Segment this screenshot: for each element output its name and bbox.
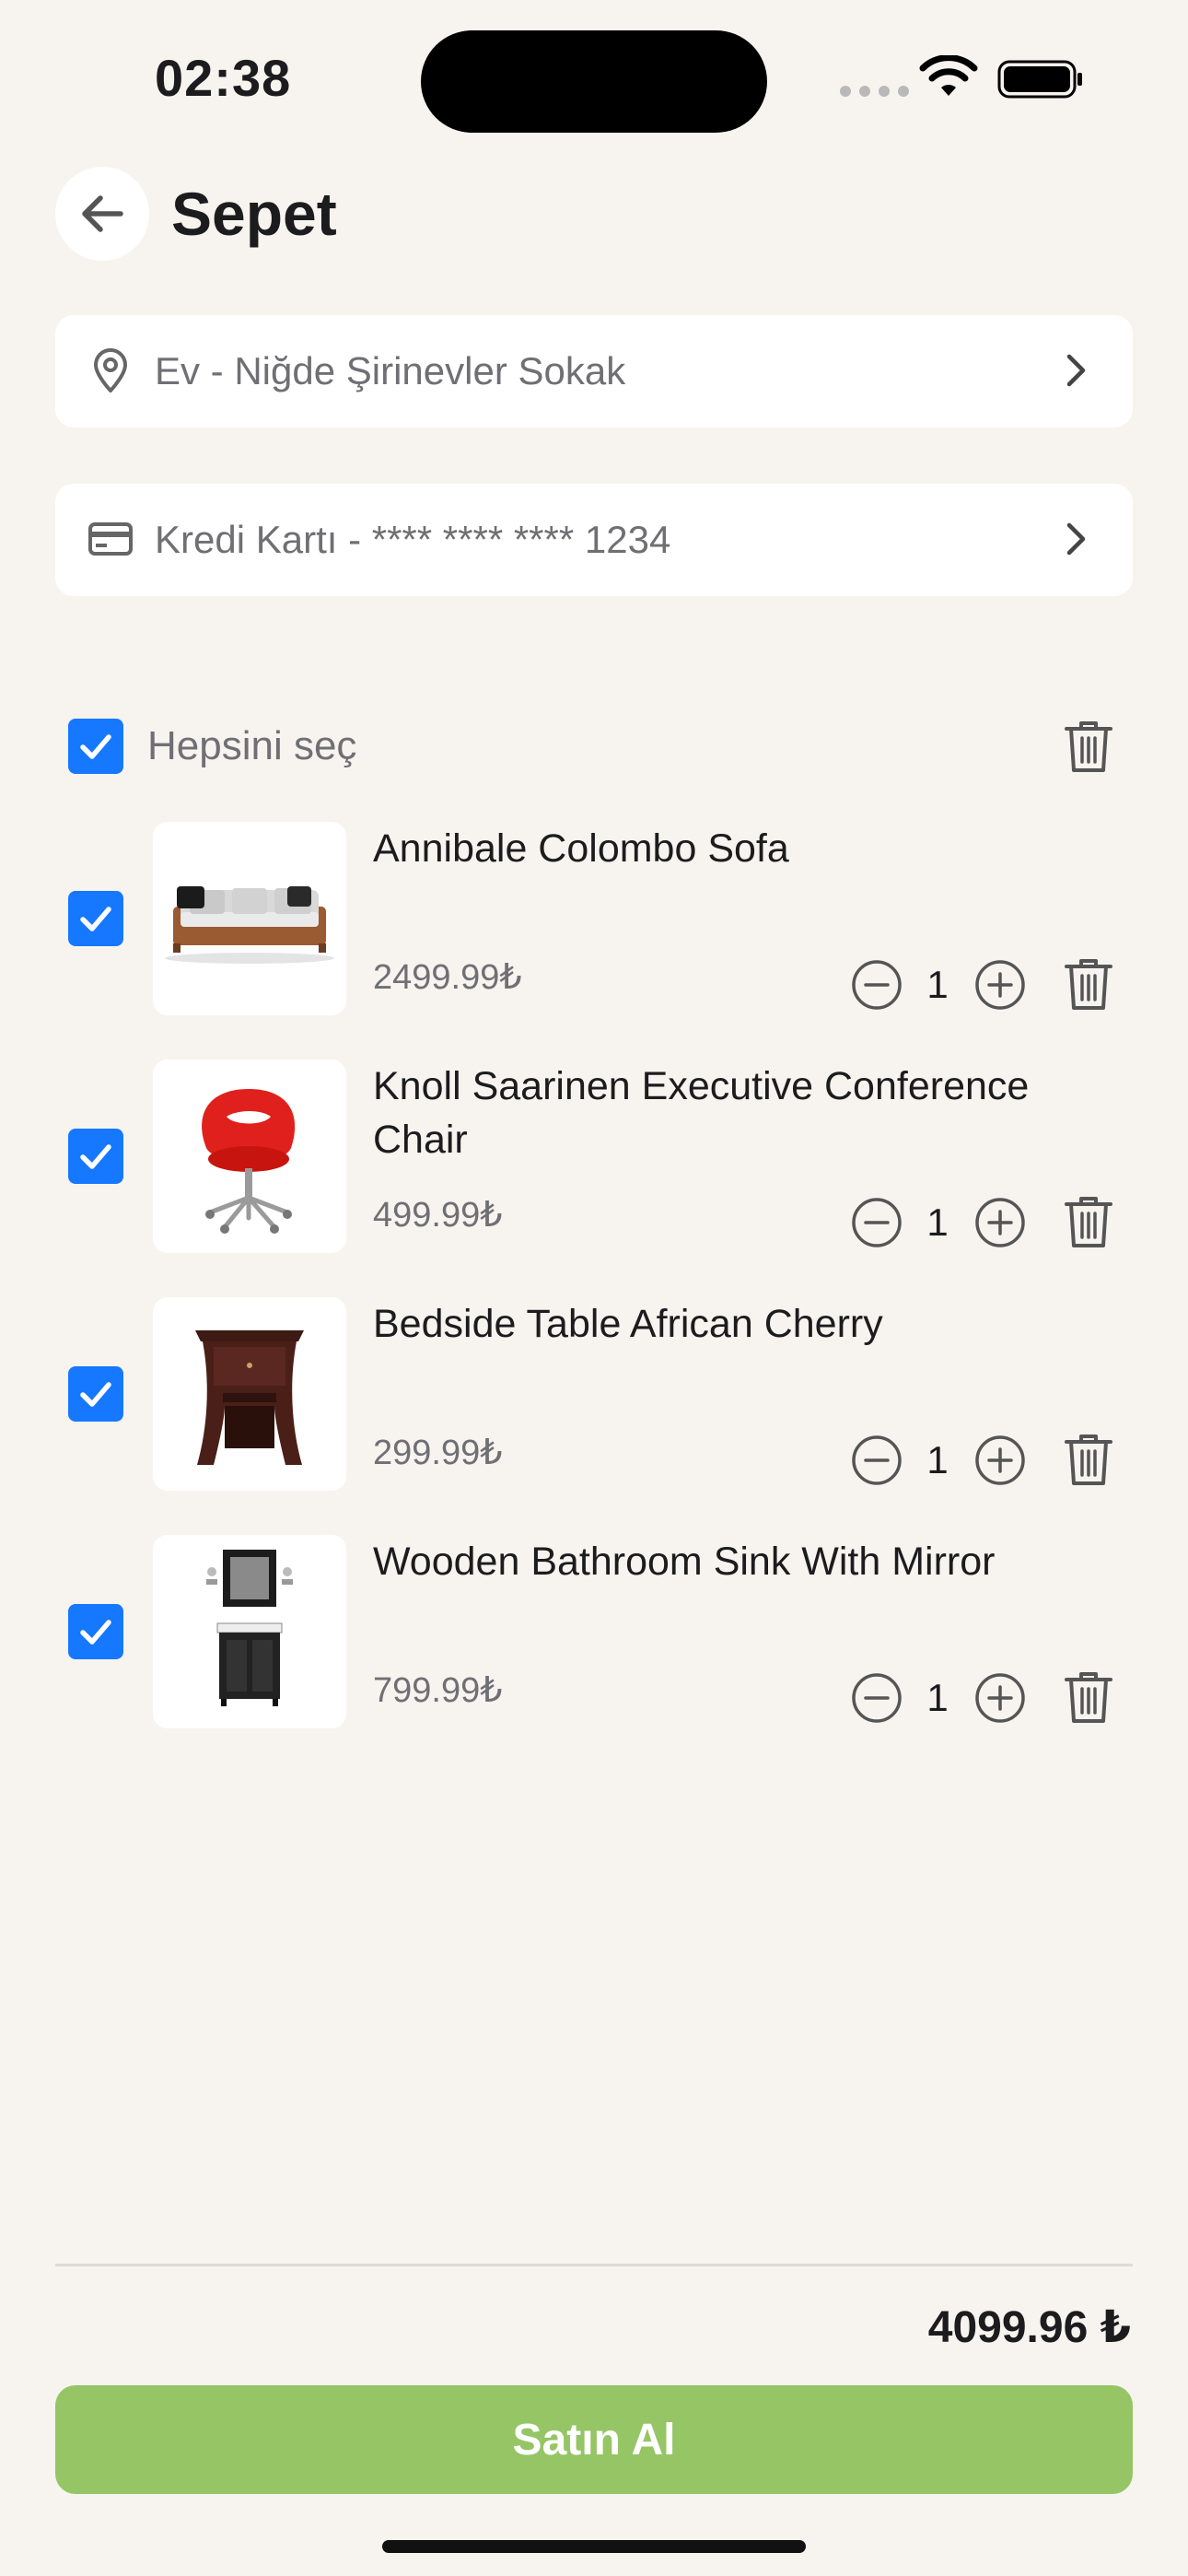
checkmark-icon (80, 1144, 111, 1169)
item-quantity: 1 (926, 1676, 949, 1719)
credit-card-icon (88, 522, 133, 556)
increase-quantity-button[interactable] (973, 1196, 1027, 1249)
decrease-quantity-button[interactable] (850, 1434, 903, 1487)
item-quantity: 1 (926, 963, 949, 1006)
chevron-right-icon (1066, 354, 1086, 387)
item-checkbox[interactable] (68, 1366, 123, 1422)
payment-selector[interactable]: Kredi Kartı - **** **** **** 1234 (55, 484, 1133, 596)
decrease-quantity-button[interactable] (850, 1196, 903, 1249)
bedside-table-image (153, 1297, 346, 1491)
checkmark-icon (80, 734, 111, 759)
select-all-label: Hepsini seç (147, 723, 357, 768)
increase-quantity-button[interactable] (973, 958, 1027, 1012)
arrow-left-icon (82, 195, 123, 232)
total-price: 4099.96 ₺ (927, 2303, 1131, 2352)
item-quantity: 1 (926, 1200, 949, 1244)
increase-quantity-button[interactable] (973, 1434, 1027, 1487)
item-checkbox[interactable] (68, 891, 123, 946)
item-price: 799.99₺ (373, 1671, 503, 1710)
signal-icon (840, 86, 909, 97)
item-name: Knoll Saarinen Executive Conference Chai… (373, 1064, 1030, 1162)
address-selector[interactable]: Ev - Niğde Şirinevler Sokak (55, 315, 1133, 427)
footer-divider (55, 2264, 1133, 2266)
home-indicator (382, 2540, 806, 2553)
sofa-image (153, 822, 346, 1015)
item-trash-icon[interactable] (1061, 1431, 1116, 1488)
item-quantity: 1 (926, 1438, 949, 1481)
decrease-quantity-button[interactable] (850, 958, 903, 1012)
payment-text: Kredi Kartı - **** **** **** 1234 (155, 518, 671, 561)
battery-icon (997, 60, 1082, 99)
wifi-icon (919, 55, 978, 96)
item-trash-icon[interactable] (1061, 955, 1116, 1013)
status-time: 02:38 (155, 49, 292, 107)
buy-button[interactable]: Satın Al (55, 2385, 1133, 2494)
bathroom-sink-image (153, 1535, 346, 1728)
decrease-quantity-button[interactable] (850, 1671, 903, 1725)
checkmark-icon (80, 1620, 111, 1645)
item-name: Bedside Table African Cherry (373, 1302, 883, 1346)
item-name: Annibale Colombo Sofa (373, 826, 789, 871)
location-pin-icon (94, 348, 127, 392)
item-name: Wooden Bathroom Sink With Mirror (373, 1540, 996, 1584)
item-trash-icon[interactable] (1061, 1193, 1116, 1250)
select-all-checkbox[interactable] (68, 719, 123, 774)
dynamic-island (421, 30, 767, 133)
item-price: 299.99₺ (373, 1434, 503, 1472)
item-price: 499.99₺ (373, 1196, 503, 1235)
increase-quantity-button[interactable] (973, 1671, 1027, 1725)
chevron-right-icon (1066, 522, 1086, 556)
item-checkbox[interactable] (68, 1604, 123, 1659)
checkmark-icon (80, 1382, 111, 1407)
delete-all-trash-icon[interactable] (1061, 718, 1116, 775)
checkmark-icon (80, 907, 111, 931)
item-trash-icon[interactable] (1061, 1669, 1116, 1726)
item-checkbox[interactable] (68, 1129, 123, 1184)
chair-image (153, 1060, 346, 1253)
address-text: Ev - Niğde Şirinevler Sokak (155, 349, 626, 392)
page-title: Sepet (171, 180, 337, 248)
item-price: 2499.99₺ (373, 958, 522, 997)
back-button[interactable] (55, 167, 149, 261)
